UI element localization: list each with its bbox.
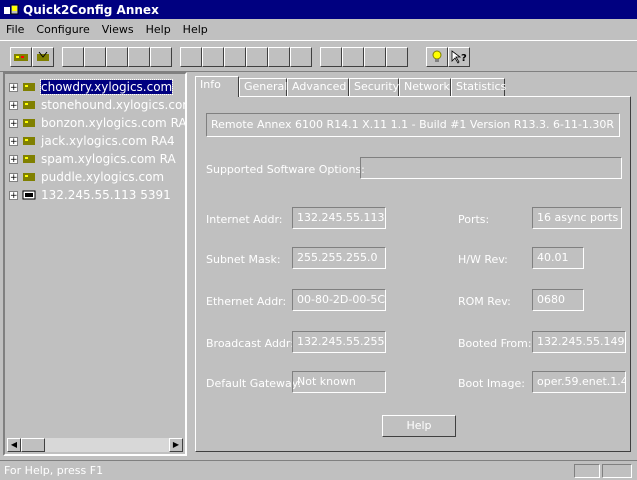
annex-tree[interactable]: + chowdry.xylogics.com + stonehound.xylo… [3, 72, 187, 456]
title-bar: Quick2Config Annex [0, 0, 637, 19]
tree-item[interactable]: + 132.245.55.113 5391 [9, 187, 171, 203]
menu-help[interactable]: Help [140, 23, 177, 36]
broadcast-addr-label: Broadcast Addr: [206, 337, 294, 350]
software-options-field [360, 157, 622, 179]
tree-item[interactable]: + stonehound.xylogics.com [9, 97, 185, 113]
boot-image-label: Boot Image: [458, 377, 525, 390]
connect-button[interactable] [32, 47, 54, 67]
internet-addr-label: Internet Addr: [206, 213, 283, 226]
tab-statistics[interactable]: Statistics [451, 78, 506, 96]
tab-info[interactable]: Info [195, 76, 239, 97]
window-title: Quick2Config Annex [23, 2, 159, 17]
toolbar-button-10[interactable] [224, 47, 246, 67]
annex-node-icon [21, 134, 37, 148]
toolbar-button-11[interactable] [246, 47, 268, 67]
tip-button[interactable] [426, 47, 448, 67]
menu-configure[interactable]: Configure [30, 23, 95, 36]
rom-rev-label: ROM Rev: [458, 295, 511, 308]
annex-node-icon [21, 80, 37, 94]
tree-item[interactable]: + spam.xylogics.com RA [9, 151, 176, 167]
lightbulb-icon [432, 50, 442, 62]
tree-horizontal-scrollbar[interactable]: ◀ ▶ [7, 438, 183, 452]
software-options-label: Supported Software Options: [206, 163, 365, 176]
booted-from-label: Booted From: [458, 337, 532, 350]
context-help-button[interactable]: ? [448, 47, 470, 67]
tree-item[interactable]: + chowdry.xylogics.com [9, 79, 174, 95]
annex-node-icon [21, 152, 37, 166]
toolbar-button-5[interactable] [106, 47, 128, 67]
toolbar-button-17[interactable] [386, 47, 408, 67]
expand-icon[interactable]: + [9, 136, 18, 146]
rom-rev-field: 0680 [532, 289, 584, 311]
menu-file[interactable]: File [0, 23, 30, 36]
toolbar-button-12[interactable] [268, 47, 290, 67]
toolbar-button-8[interactable] [180, 47, 202, 67]
expand-icon[interactable]: + [9, 100, 18, 110]
toolbar-button-14[interactable] [320, 47, 342, 67]
status-pane-1 [574, 464, 600, 478]
annex-icon [14, 54, 28, 61]
ethernet-addr-field: 00-80-2D-00-5C-81 [292, 289, 386, 311]
toolbar-button-6[interactable] [128, 47, 150, 67]
connect-icon [37, 51, 49, 61]
toolbar-button-9[interactable] [202, 47, 224, 67]
expand-icon[interactable]: + [9, 172, 18, 182]
tab-advanced[interactable]: Advanced [287, 78, 349, 96]
menu-bar: File Configure Views Help Help [0, 20, 637, 38]
menu-views[interactable]: Views [96, 23, 140, 36]
tree-item[interactable]: + bonzon.xylogics.com RA [9, 115, 185, 131]
tab-network[interactable]: Network [399, 78, 451, 96]
hw-rev-label: H/W Rev: [458, 253, 508, 266]
tab-security[interactable]: Security [349, 78, 399, 96]
expand-icon[interactable]: + [9, 118, 18, 128]
toolbar: ? [0, 40, 637, 72]
firmware-version: Remote Annex 6100 R14.1 X.11 1.1 - Build… [206, 113, 620, 137]
annex-node-icon [21, 170, 37, 184]
status-bar: For Help, press F1 [0, 460, 637, 480]
booted-from-field: 132.245.55.149 [532, 331, 626, 353]
status-pane-2 [602, 464, 632, 478]
subnet-mask-label: Subnet Mask: [206, 253, 281, 266]
info-tab-page: Remote Annex 6100 R14.1 X.11 1.1 - Build… [195, 96, 631, 452]
help-button[interactable]: Help [382, 415, 456, 437]
scroll-thumb[interactable] [21, 438, 45, 452]
toolbar-button-13[interactable] [290, 47, 312, 67]
menu-help-2[interactable]: Help [177, 23, 214, 36]
default-gateway-label: Default Gateway: [206, 377, 302, 390]
expand-icon[interactable]: + [9, 82, 18, 92]
boot-image-field: oper.59.enet.1.4 [532, 371, 626, 393]
tab-general[interactable]: General [239, 78, 287, 96]
subnet-mask-field: 255.255.255.0 [292, 247, 386, 269]
ports-field: 16 async ports [532, 207, 622, 229]
internet-addr-field: 132.245.55.113 [292, 207, 386, 229]
tree-item[interactable]: + puddle.xylogics.com [9, 169, 164, 185]
toolbar-button-16[interactable] [364, 47, 386, 67]
ethernet-addr-label: Ethernet Addr: [206, 295, 287, 308]
app-icon [3, 3, 19, 17]
annex-node-icon [21, 98, 37, 112]
default-gateway-field: Not known [292, 371, 386, 393]
broadcast-addr-field: 132.245.55.255 [292, 331, 386, 353]
svg-text:?: ? [461, 53, 467, 64]
help-pointer-icon: ? [451, 50, 467, 64]
scroll-right-button[interactable]: ▶ [169, 438, 183, 452]
toolbar-button-15[interactable] [342, 47, 364, 67]
expand-icon[interactable]: + [9, 190, 18, 200]
properties-panel: Info General Advanced Security Network S… [191, 72, 634, 456]
hw-rev-field: 40.01 [532, 247, 584, 269]
ports-label: Ports: [458, 213, 490, 226]
tree-item[interactable]: + jack.xylogics.com RA4 [9, 133, 175, 149]
status-text: For Help, press F1 [4, 464, 104, 477]
ip-node-icon [21, 188, 37, 202]
toolbar-button-7[interactable] [150, 47, 172, 67]
expand-icon[interactable]: + [9, 154, 18, 164]
annex-icon-button[interactable] [10, 47, 32, 67]
annex-node-icon [21, 116, 37, 130]
scroll-left-button[interactable]: ◀ [7, 438, 21, 452]
toolbar-button-3[interactable] [62, 47, 84, 67]
toolbar-button-4[interactable] [84, 47, 106, 67]
